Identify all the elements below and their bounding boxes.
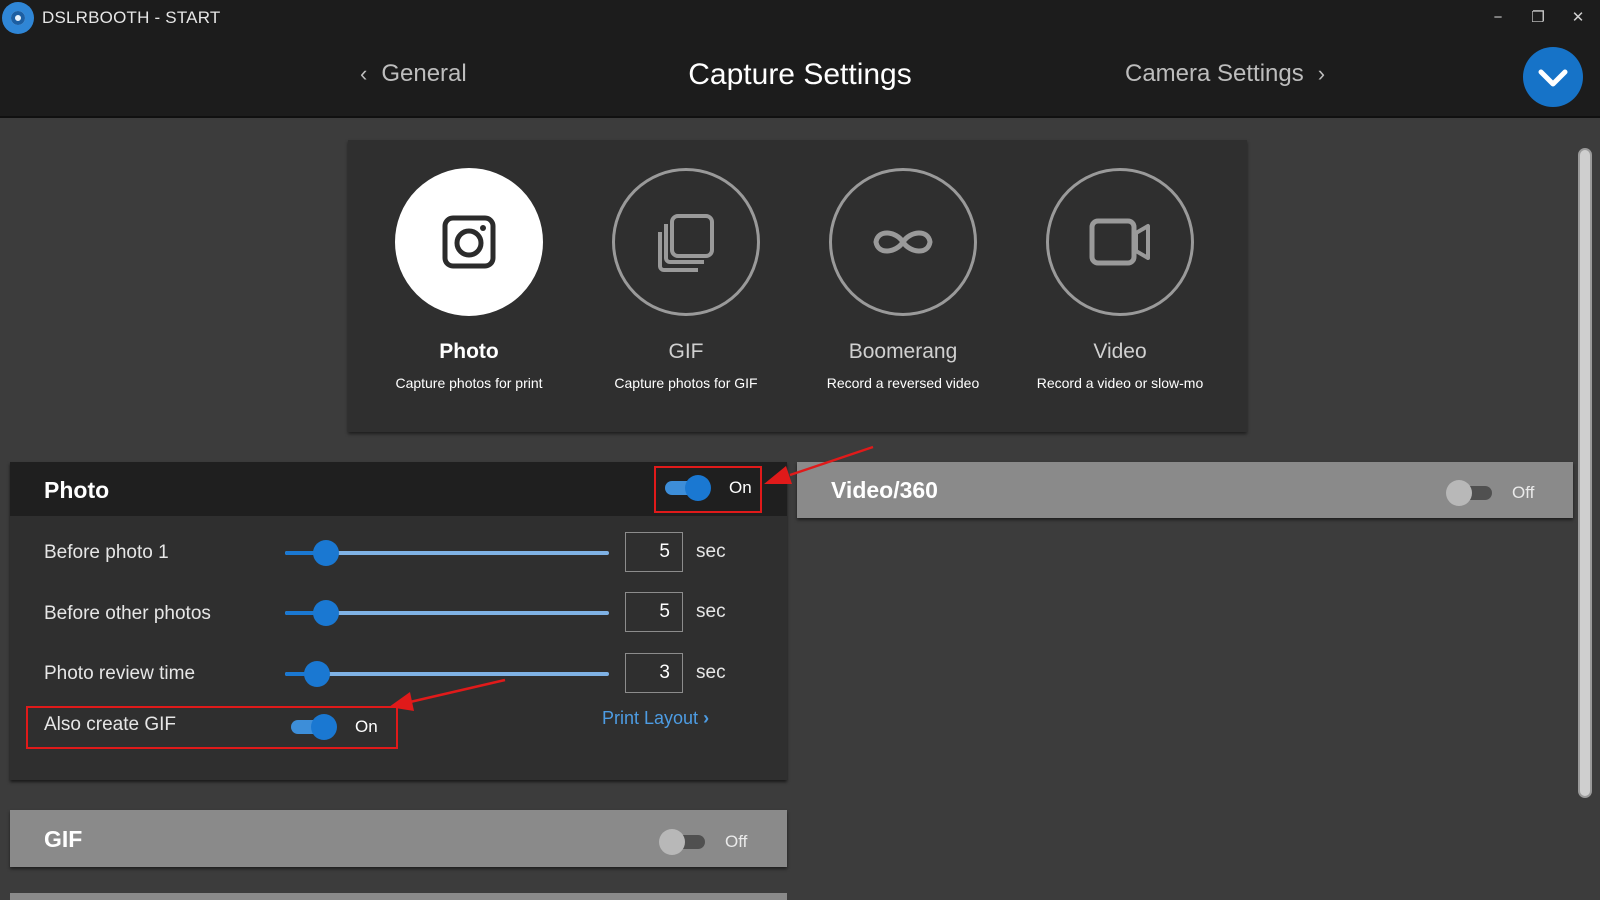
- photo-section-title: Photo: [44, 477, 110, 503]
- slider-thumb[interactable]: [304, 661, 330, 687]
- mode-video-name: Video: [1093, 340, 1147, 363]
- print-layout-label: Print Layout: [602, 708, 699, 728]
- before-photo-1-input[interactable]: 5: [625, 532, 683, 572]
- print-layout-link[interactable]: Print Layout ›: [602, 708, 709, 729]
- mode-video-circle: [1046, 168, 1194, 316]
- video-360-toggle-track: [1446, 480, 1492, 506]
- before-other-photos-slider[interactable]: [285, 600, 609, 626]
- before-other-photos-label: Before other photos: [44, 603, 211, 624]
- camera-icon: [442, 215, 496, 269]
- gif-toggle[interactable]: Off: [659, 829, 748, 855]
- mode-gif-description: Capture photos for GIF: [614, 375, 758, 391]
- minimize-icon[interactable]: −: [1486, 6, 1510, 30]
- nav-next-camera-settings[interactable]: Camera Settings ›: [1125, 60, 1325, 88]
- restore-icon[interactable]: ❐: [1526, 6, 1550, 30]
- photo-review-time-unit: sec: [696, 662, 726, 683]
- mode-boomerang[interactable]: Boomerang Record a reversed video: [803, 168, 1003, 391]
- gif-toggle-knob: [659, 829, 685, 855]
- before-photo-1-unit: sec: [696, 541, 726, 562]
- gif-toggle-track: [659, 829, 705, 855]
- photo-section: Photo On Before photo 1 5 sec Before oth…: [10, 462, 787, 780]
- before-photo-1-label: Before photo 1: [44, 542, 169, 563]
- chevron-right-icon: ›: [1317, 61, 1326, 86]
- mode-video[interactable]: Video Record a video or slow-mo: [1020, 168, 1220, 391]
- photo-review-time-slider[interactable]: [285, 661, 609, 687]
- mode-gif[interactable]: GIF Capture photos for GIF: [586, 168, 786, 391]
- mode-video-description: Record a video or slow-mo: [1036, 375, 1204, 391]
- gif-section: GIF Off: [10, 810, 787, 867]
- before-other-photos-unit: sec: [696, 601, 726, 622]
- gif-toggle-label: Off: [725, 832, 748, 851]
- photo-toggle-highlight-box: [654, 466, 762, 513]
- mode-photo[interactable]: Photo Capture photos for print: [369, 168, 569, 391]
- gif-section-title: GIF: [44, 826, 83, 852]
- stacked-photos-icon: [658, 214, 714, 272]
- app-logo-icon: [2, 2, 34, 34]
- mode-photo-name: Photo: [439, 340, 499, 363]
- photo-review-time-label: Photo review time: [44, 663, 196, 684]
- title-bar: DSLRBOOTH - START − ❐ ✕: [0, 0, 1600, 36]
- mode-photo-circle: [395, 168, 543, 316]
- video-360-toggle-knob: [1446, 480, 1472, 506]
- video-360-section: Video/360 Off: [797, 462, 1573, 518]
- mode-boomerang-name: Boomerang: [848, 340, 958, 363]
- chevron-right-icon: ›: [703, 708, 710, 728]
- video-camera-icon: [1089, 218, 1150, 266]
- slider-thumb[interactable]: [313, 600, 339, 626]
- chevron-down-icon: [1538, 69, 1568, 87]
- header-bar: ‹ General Capture Settings Camera Setting…: [0, 36, 1600, 118]
- mode-boomerang-description: Record a reversed video: [826, 375, 980, 391]
- mode-photo-description: Capture photos for print: [395, 375, 543, 391]
- before-photo-1-slider[interactable]: [285, 540, 609, 566]
- next-section-edge: [10, 893, 787, 900]
- mode-gif-circle: [612, 168, 760, 316]
- also-create-gif-highlight-box: [26, 706, 398, 749]
- vertical-scrollbar[interactable]: [1578, 148, 1592, 798]
- infinity-icon: [873, 230, 933, 254]
- mode-gif-name: GIF: [668, 340, 704, 363]
- page-title: Capture Settings: [688, 58, 912, 91]
- video-360-toggle[interactable]: Off: [1446, 480, 1535, 506]
- video-360-title: Video/360: [831, 477, 938, 503]
- photo-review-time-input[interactable]: 3: [625, 653, 683, 693]
- video-360-toggle-label: Off: [1512, 483, 1535, 502]
- collapse-button[interactable]: [1523, 47, 1583, 107]
- mode-boomerang-circle: [829, 168, 977, 316]
- app-title: DSLRBOOTH - START: [42, 8, 221, 27]
- slider-thumb[interactable]: [313, 540, 339, 566]
- nav-next-label: Camera Settings: [1125, 60, 1304, 87]
- close-icon[interactable]: ✕: [1566, 6, 1590, 30]
- capture-mode-panel: Photo Capture photos for print GIF Captu…: [348, 140, 1247, 432]
- before-other-photos-input[interactable]: 5: [625, 592, 683, 632]
